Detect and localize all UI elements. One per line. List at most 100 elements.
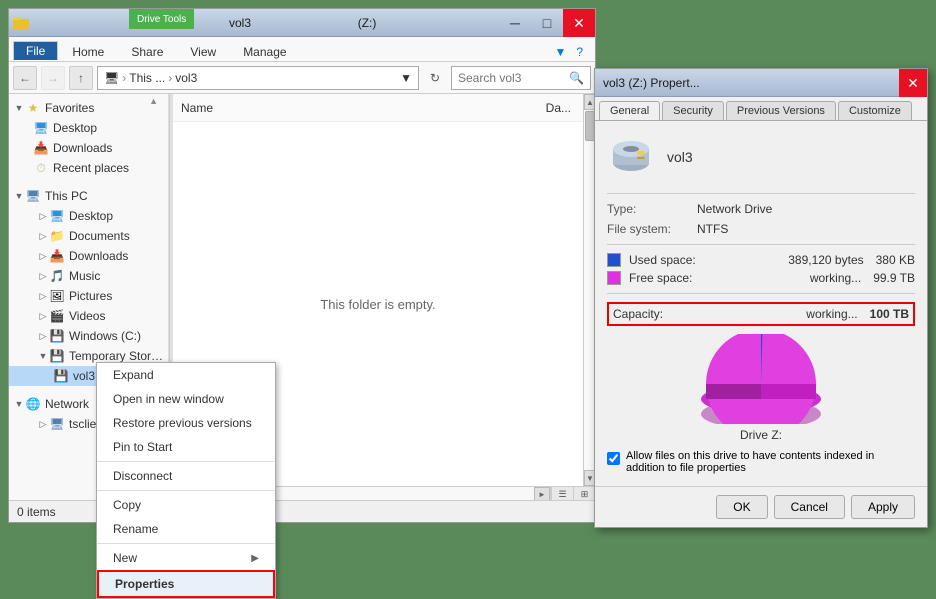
dialog-tabs: General Security Previous Versions Custo…: [595, 97, 927, 121]
sidebar-item-desktop[interactable]: 🖥 Desktop: [9, 118, 168, 138]
ctx-sep2: [97, 490, 275, 491]
capacity-label: Capacity:: [613, 307, 806, 321]
forward-button[interactable]: →: [41, 66, 65, 90]
scroll-thumb[interactable]: [585, 111, 595, 141]
help-button[interactable]: ▼ ?: [546, 43, 591, 61]
sidebar-item-desktop2[interactable]: ▷ 🖥 Desktop: [9, 206, 168, 226]
sidebar-item-pictures[interactable]: ▷ 🖼 Pictures: [9, 286, 168, 306]
type-value: Network Drive: [697, 202, 772, 216]
drive-icon: [607, 133, 655, 181]
ctx-expand[interactable]: Expand: [97, 363, 275, 387]
maximize-button[interactable]: □: [531, 9, 563, 37]
ctx-sep1: [97, 461, 275, 462]
props-close-button[interactable]: ✕: [899, 69, 927, 97]
sidebar-item-documents[interactable]: ▷ 📁 Documents: [9, 226, 168, 246]
search-icon: 🔍: [569, 71, 584, 85]
sidebar-item-downloads[interactable]: 📥 Downloads: [9, 138, 168, 158]
pie-label: Drive Z:: [740, 428, 782, 442]
ok-button[interactable]: OK: [716, 495, 767, 519]
expand-icon: ▷: [37, 230, 49, 242]
title-bar: Drive Tools vol3 (Z:) ─ □ ✕: [9, 9, 595, 37]
cancel-button[interactable]: Cancel: [774, 495, 845, 519]
view-list-button[interactable]: ☰: [551, 487, 573, 500]
address-path[interactable]: 🖥 › This ... › vol3 ▼: [97, 66, 419, 90]
back-button[interactable]: ←: [13, 66, 37, 90]
props-title-bar: vol3 (Z:) Propert... ✕: [595, 69, 927, 97]
tab-home[interactable]: Home: [59, 42, 117, 61]
content-header: Name Da...: [173, 94, 583, 122]
used-color-box: [607, 253, 621, 267]
ctx-open-new[interactable]: Open in new window: [97, 387, 275, 411]
fs-row: File system: NTFS: [607, 222, 915, 236]
search-input[interactable]: [458, 71, 569, 85]
expand-icon: ▷: [37, 290, 49, 302]
window-controls: ─ □ ✕: [499, 9, 595, 37]
tsclient-icon: 🖥: [49, 416, 65, 432]
tab-share[interactable]: Share: [118, 42, 176, 61]
sidebar-item-music[interactable]: ▷ 🎵 Music: [9, 266, 168, 286]
col-name: Name: [181, 101, 213, 115]
index-checkbox-row: Allow files on this drive to have conten…: [607, 450, 915, 474]
index-checkbox[interactable]: [607, 452, 620, 465]
tab-general[interactable]: General: [599, 101, 660, 120]
ctx-rename[interactable]: Rename: [97, 517, 275, 541]
tab-view[interactable]: View: [177, 42, 229, 61]
star-icon: ★: [25, 100, 41, 116]
minimize-button[interactable]: ─: [499, 9, 531, 37]
sidebar-item-downloads2[interactable]: ▷ 📥 Downloads: [9, 246, 168, 266]
favorites-label: Favorites: [45, 101, 94, 115]
apply-button[interactable]: Apply: [851, 495, 915, 519]
tab-file[interactable]: File: [13, 41, 58, 61]
view-grid-button[interactable]: ⊞: [573, 487, 595, 500]
ctx-new[interactable]: New ▶: [97, 546, 275, 570]
tab-customize[interactable]: Customize: [838, 101, 912, 120]
sidebar-favorites-header[interactable]: ▼ ★ Favorites: [9, 98, 168, 118]
capacity-row: Capacity: working... 100 TB: [607, 302, 915, 326]
used-label: Used space:: [629, 253, 788, 267]
type-label: Type:: [607, 202, 697, 216]
tab-previous-versions[interactable]: Previous Versions: [726, 101, 836, 120]
recent-icon: ⏱: [33, 160, 49, 176]
capacity-working: working...: [806, 307, 857, 321]
expand-icon: ▷: [37, 418, 49, 430]
ctx-restore-versions[interactable]: Restore previous versions: [97, 411, 275, 435]
tab-manage[interactable]: Manage: [230, 42, 299, 61]
properties-dialog: vol3 (Z:) Propert... ✕ General Security …: [594, 68, 928, 528]
refresh-button[interactable]: ↻: [423, 66, 447, 90]
sidebar-thispc-header[interactable]: ▼ 🖥 This PC: [9, 186, 168, 206]
drive-tools-badge: Drive Tools: [129, 9, 194, 29]
free-space-row: Free space: working... 99.9 TB: [607, 271, 915, 285]
up-button[interactable]: ↑: [69, 66, 93, 90]
expand-icon: ▷: [37, 270, 49, 282]
drive-d-icon: 💾: [49, 348, 65, 364]
thispc-icon: 🖥: [25, 188, 41, 204]
submenu-arrow: ▶: [251, 553, 259, 564]
separator-3: [607, 293, 915, 294]
close-button[interactable]: ✕: [563, 9, 595, 37]
sidebar-item-windows-c[interactable]: ▷ 💾 Windows (C:): [9, 326, 168, 346]
window-title: vol3 (Z:): [229, 16, 376, 30]
expand-icon: ▼: [13, 190, 25, 202]
ctx-copy[interactable]: Copy: [97, 493, 275, 517]
downloads-icon: 📥: [33, 140, 49, 156]
tab-security[interactable]: Security: [662, 101, 724, 120]
ctx-pin-start[interactable]: Pin to Start: [97, 435, 275, 459]
pie-chart-container: Drive Z:: [607, 334, 915, 442]
sidebar-item-recent[interactable]: ⏱ Recent places: [9, 158, 168, 178]
expand-icon: ▷: [37, 210, 49, 222]
fs-value: NTFS: [697, 222, 728, 236]
pie-chart: [681, 334, 841, 424]
search-box: 🔍: [451, 66, 591, 90]
ctx-properties[interactable]: Properties: [97, 570, 275, 598]
expand-icon: ▷: [37, 310, 49, 322]
desktop2-icon: 🖥: [49, 208, 65, 224]
expand-icon: ▼: [37, 350, 49, 362]
sidebar-item-videos[interactable]: ▷ 🎬 Videos: [9, 306, 168, 326]
free-color-box: [607, 271, 621, 285]
ctx-disconnect[interactable]: Disconnect: [97, 464, 275, 488]
capacity-size: 100 TB: [870, 307, 909, 321]
scroll-up-arrow: ▲: [149, 96, 158, 106]
expand-icon: ▼: [13, 102, 25, 114]
separator-2: [607, 244, 915, 245]
scroll-right-button[interactable]: ►: [534, 487, 550, 500]
